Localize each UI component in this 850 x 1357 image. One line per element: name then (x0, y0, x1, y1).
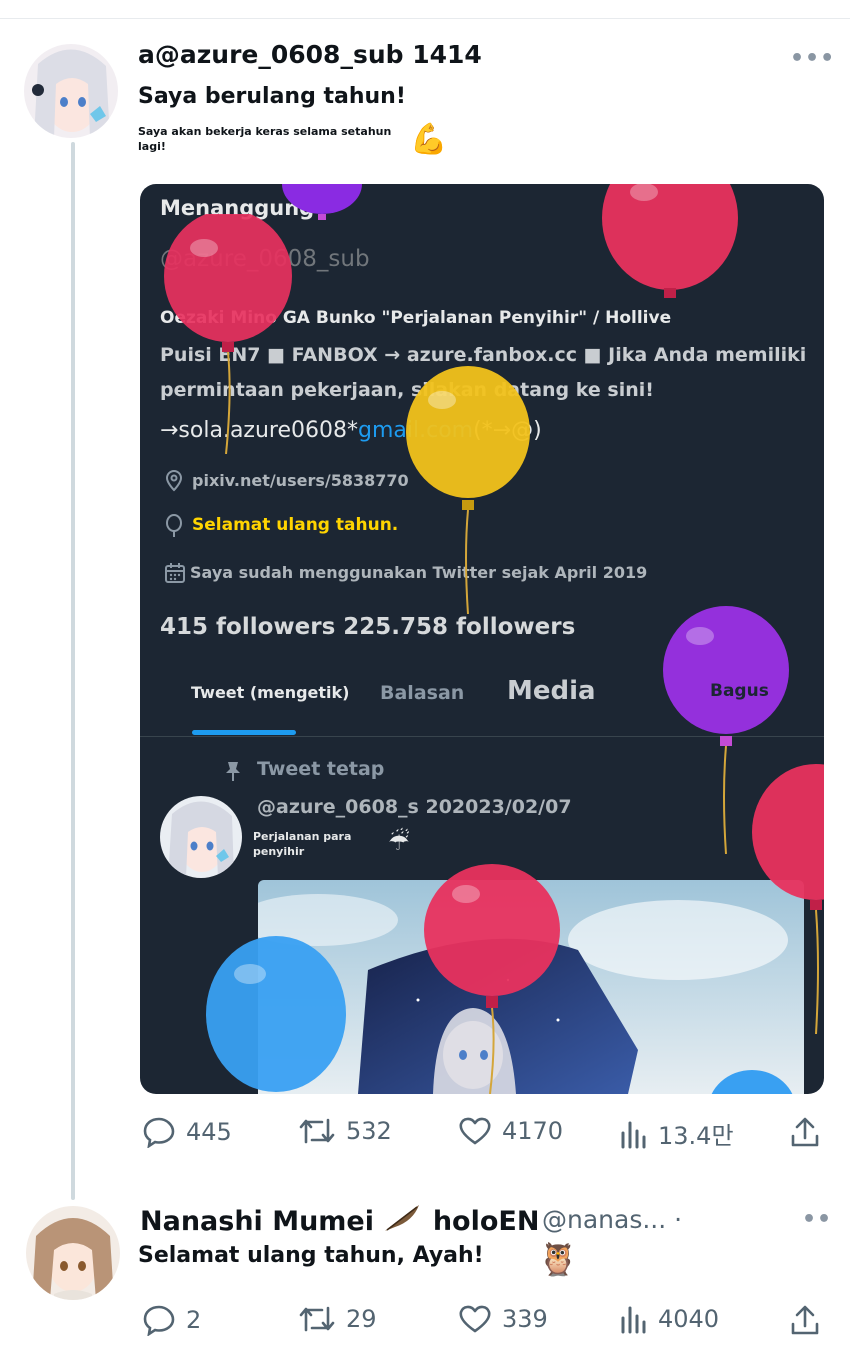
reply-icon (143, 1305, 175, 1336)
views-icon (621, 1306, 646, 1334)
share-icon (791, 1305, 819, 1335)
like-button[interactable]: 339 (458, 1304, 548, 1334)
display-name[interactable]: Nanashi Mumei holoEN (140, 1203, 539, 1237)
retweet-icon (299, 1306, 335, 1332)
reply-button[interactable]: 445 (142, 1116, 232, 1148)
retweet-count: 29 (346, 1305, 377, 1333)
retweet-button[interactable]: 29 (298, 1304, 377, 1334)
display-name[interactable]: a@azure_0608_sub 1414 (138, 40, 482, 69)
retweet-icon (299, 1118, 335, 1144)
like-count: 339 (502, 1305, 548, 1333)
retweet-count: 532 (346, 1117, 392, 1145)
like-icon (459, 1117, 491, 1145)
retweet-button[interactable]: 532 (298, 1116, 392, 1146)
pinned-label: Tweet tetap (257, 758, 385, 780)
views-button[interactable]: 13.4만 (620, 1116, 734, 1151)
location-icon (165, 470, 183, 492)
umbrella-emoji: ☔ (388, 828, 410, 856)
reply-icon (143, 1117, 175, 1148)
like-icon (459, 1305, 491, 1333)
tweet-subtext: Saya akan bekerja keras selama setahun l… (138, 125, 392, 153)
display-name-suffix: holoEN (432, 1206, 540, 1237)
tab-tweets[interactable]: Tweet (mengetik) (191, 683, 349, 702)
active-tab-indicator (192, 730, 296, 735)
balloon-icon (166, 514, 182, 537)
balloon-blue-left (206, 936, 346, 1092)
views-button[interactable]: 4040 (620, 1304, 719, 1334)
tab-likes[interactable]: Bagus (710, 681, 769, 701)
pinned-author: @azure_0608_s 202023/02/07 (257, 796, 572, 818)
balloon-red-right-edge (752, 764, 824, 1034)
flexed-biceps-emoji: 💪 (410, 122, 448, 157)
follow-counts[interactable]: 415 followers 225.758 followers (160, 614, 575, 640)
balloon-red-center (424, 864, 560, 1094)
more-options-icon[interactable]: ••• (790, 46, 835, 71)
thread-connector (71, 142, 75, 1200)
reply-count: 445 (186, 1118, 232, 1146)
tab-replies[interactable]: Balasan (380, 682, 464, 704)
feather-icon (385, 1205, 420, 1231)
balloon-blue-bottom-right (711, 1070, 793, 1094)
view-count: 13.4만 (658, 1122, 734, 1150)
tweet-text: Saya berulang tahun! (138, 84, 406, 109)
pinned-avatar (160, 796, 242, 878)
views-icon (621, 1121, 646, 1148)
reply-count: 2 (186, 1306, 202, 1334)
birthday-text: Selamat ulang tahun. (192, 515, 399, 535)
view-count: 4040 (658, 1305, 720, 1333)
top-divider (0, 18, 850, 19)
share-button[interactable] (790, 1304, 820, 1336)
handle[interactable]: @nanas... · (542, 1205, 682, 1234)
avatar[interactable] (24, 44, 118, 138)
like-button[interactable]: 4170 (458, 1116, 563, 1146)
owl-emoji: 🦉 (538, 1240, 578, 1278)
balloon-yellow (406, 366, 530, 614)
embedded-profile-image[interactable]: Menanggung @azure_0608_sub Oezaki Mino G… (140, 184, 824, 1094)
calendar-icon (165, 563, 185, 583)
like-count: 4170 (502, 1117, 564, 1145)
more-options-icon[interactable]: •• (802, 1207, 832, 1232)
display-name-text: Nanashi Mumei (140, 1206, 374, 1237)
share-button[interactable] (790, 1116, 820, 1148)
profile-link[interactable]: pixiv.net/users/5838770 (192, 471, 409, 490)
share-icon (791, 1117, 819, 1147)
balloon-red-left (164, 214, 292, 454)
tab-media[interactable]: Media (507, 676, 596, 706)
avatar[interactable] (26, 1206, 120, 1300)
tweet-text: Selamat ulang tahun, Ayah! (138, 1243, 484, 1268)
pinned-text: Perjalanan para penyihir (253, 830, 352, 858)
pin-icon (226, 762, 240, 781)
balloon-red-right-top (602, 184, 738, 298)
reply-button[interactable]: 2 (142, 1304, 201, 1336)
